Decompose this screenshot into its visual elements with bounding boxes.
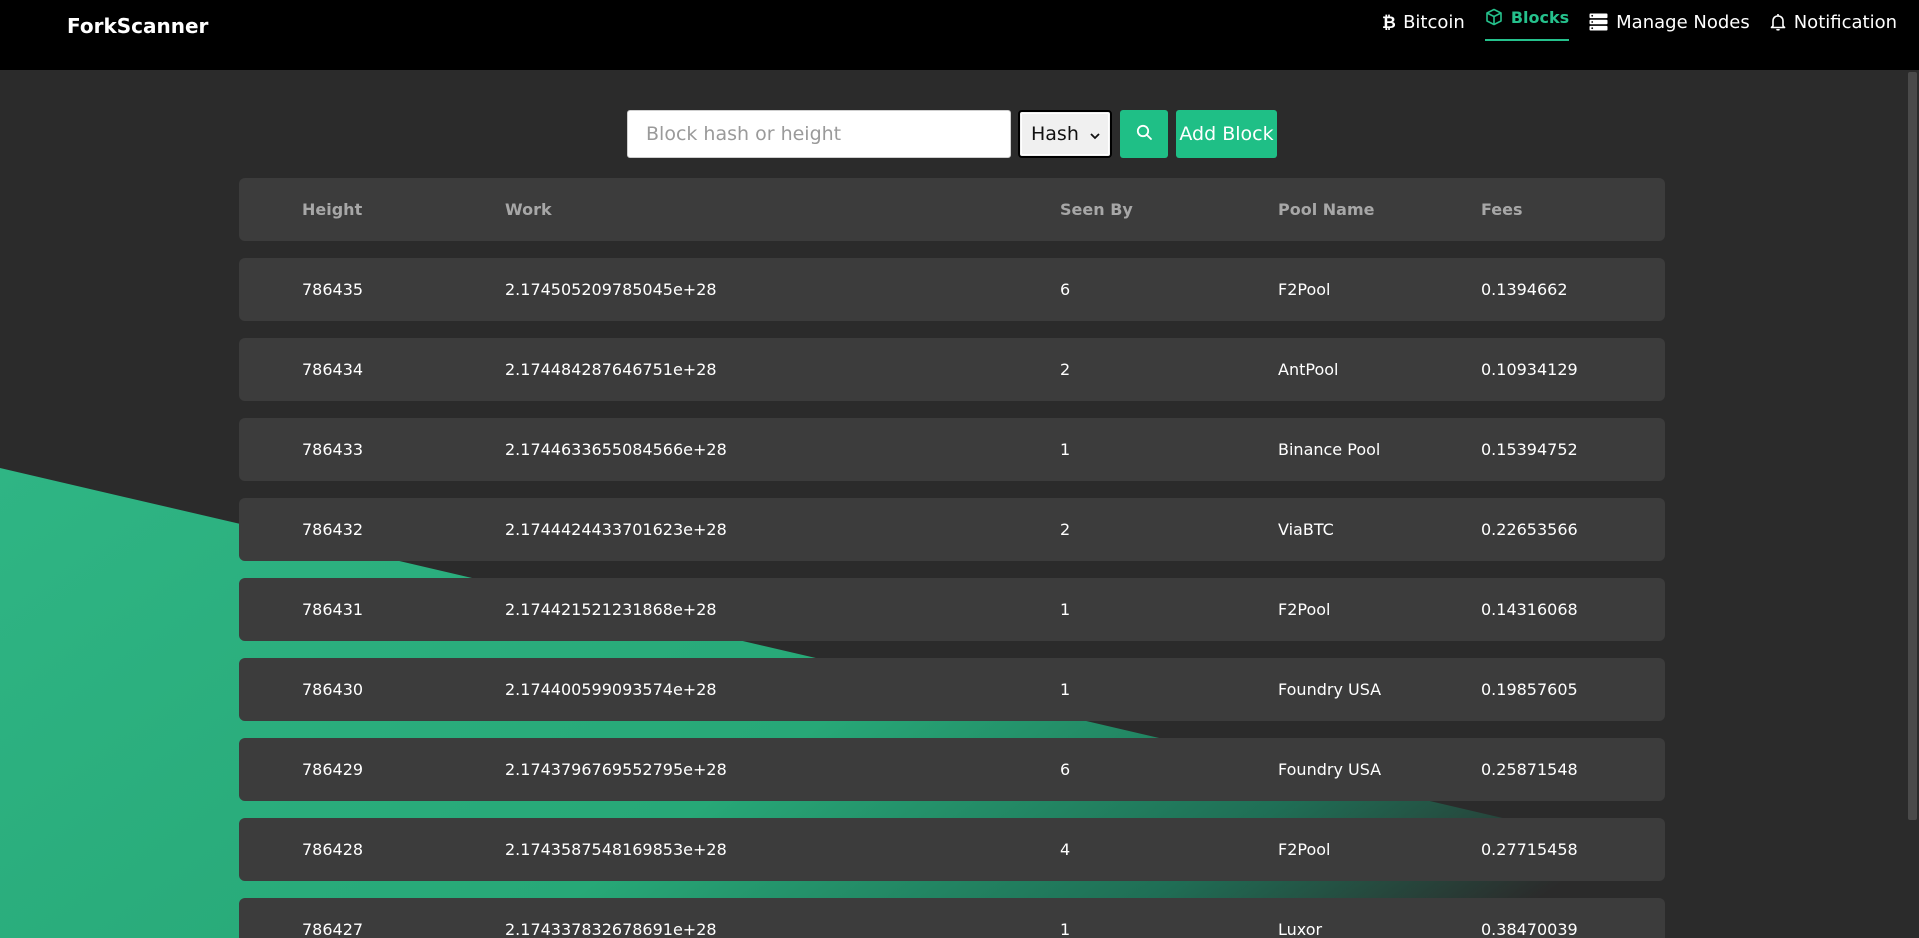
cell-fees: 0.27715458 xyxy=(1481,840,1578,859)
cell-height: 786429 xyxy=(302,760,364,779)
cell-seen-by: 1 xyxy=(1060,680,1071,699)
cell-seen-by: 1 xyxy=(1060,920,1071,938)
cell-work: 2.174505209785045e+28 xyxy=(505,280,717,299)
table-row[interactable]: 786434 2.174484287646751e+28 2 AntPool 0.109… xyxy=(239,338,1665,401)
table-header: Height Work Seen By Pool Name Fees xyxy=(239,178,1665,241)
table-row[interactable]: 786429 2.1743796769552795e+28 6 Foundry USA… xyxy=(239,738,1665,801)
cell-pool-name: Binance Pool xyxy=(1278,440,1381,459)
cell-pool-name: F2Pool xyxy=(1278,840,1331,859)
nav-item-manage-nodes[interactable]: Manage Nodes xyxy=(1589,0,1750,44)
cell-seen-by: 2 xyxy=(1060,360,1071,379)
table-body: 786435 2.174505209785045e+28 6 F2Pool 0.1394… xyxy=(239,258,1665,938)
cell-fees: 0.19857605 xyxy=(1481,680,1578,699)
blocks-table: Height Work Seen By Pool Name Fees 78643… xyxy=(239,178,1665,938)
cell-fees: 0.22653566 xyxy=(1481,520,1578,539)
navbar: ForkScanner ₿ Bitcoin Blocks Manage Node… xyxy=(0,0,1919,70)
cell-seen-by: 1 xyxy=(1060,440,1071,459)
search-type-select[interactable]: Hash xyxy=(1018,110,1112,158)
cell-height: 786435 xyxy=(302,280,364,299)
cube-icon xyxy=(1485,8,1503,26)
cell-height: 786434 xyxy=(302,360,364,379)
cell-work: 2.174400599093574e+28 xyxy=(505,680,717,699)
cell-fees: 0.1394662 xyxy=(1481,280,1568,299)
cell-work: 2.174484287646751e+28 xyxy=(505,360,717,379)
server-icon xyxy=(1589,13,1608,31)
bell-icon xyxy=(1770,13,1786,31)
nav-item-notification[interactable]: Notification xyxy=(1770,0,1897,44)
svg-text:₿: ₿ xyxy=(1382,13,1395,31)
brand-logo[interactable]: ForkScanner xyxy=(67,14,208,38)
search-input[interactable] xyxy=(627,110,1011,158)
bitcoin-icon: ₿ xyxy=(1381,13,1395,31)
cell-work: 2.1743587548169853e+28 xyxy=(505,840,727,859)
search-icon xyxy=(1136,124,1153,145)
header-work: Work xyxy=(505,200,552,219)
table-row[interactable]: 786435 2.174505209785045e+28 6 F2Pool 0.1394… xyxy=(239,258,1665,321)
cell-fees: 0.10934129 xyxy=(1481,360,1578,379)
table-row[interactable]: 786428 2.1743587548169853e+28 4 F2Pool 0.277… xyxy=(239,818,1665,881)
header-pool-name: Pool Name xyxy=(1278,200,1375,219)
cell-seen-by: 6 xyxy=(1060,280,1071,299)
cell-seen-by: 1 xyxy=(1060,600,1071,619)
page-scrollbar[interactable] xyxy=(1906,70,1919,938)
cell-work: 2.1744633655084566e+28 xyxy=(505,440,727,459)
nav-item-blocks[interactable]: Blocks xyxy=(1484,0,1570,41)
add-block-button[interactable]: Add Block xyxy=(1176,110,1277,158)
cell-fees: 0.38470039 xyxy=(1481,920,1578,938)
cell-height: 786432 xyxy=(302,520,364,539)
cell-fees: 0.14316068 xyxy=(1481,600,1578,619)
table-row[interactable]: 786433 2.1744633655084566e+28 1 Binance Poo… xyxy=(239,418,1665,481)
cell-seen-by: 4 xyxy=(1060,840,1071,859)
nav-item-label: Notification xyxy=(1793,11,1897,33)
nav-item-bitcoin[interactable]: ₿ Bitcoin xyxy=(1381,0,1465,44)
cell-fees: 0.25871548 xyxy=(1481,760,1578,779)
cell-pool-name: Foundry USA xyxy=(1278,760,1382,779)
cell-seen-by: 6 xyxy=(1060,760,1071,779)
cell-height: 786431 xyxy=(302,600,364,619)
cell-pool-name: F2Pool xyxy=(1278,600,1331,619)
table-row[interactable]: 786431 2.174421521231868e+28 1 F2Pool 0.1431… xyxy=(239,578,1665,641)
header-seen-by: Seen By xyxy=(1060,200,1133,219)
nav-item-label: Blocks xyxy=(1510,7,1570,27)
cell-pool-name: Foundry USA xyxy=(1278,680,1382,699)
cell-work: 2.1743796769552795e+28 xyxy=(505,760,727,779)
cell-work: 2.1744424433701623e+28 xyxy=(505,520,727,539)
cell-height: 786430 xyxy=(302,680,364,699)
chevron-down-icon xyxy=(1090,123,1100,145)
cell-height: 786433 xyxy=(302,440,364,459)
cell-pool-name: F2Pool xyxy=(1278,280,1331,299)
table-row[interactable]: 786427 2.174337832678691e+28 1 Luxor 0.38470… xyxy=(239,898,1665,938)
cell-work: 2.174337832678691e+28 xyxy=(505,920,717,938)
cell-pool-name: AntPool xyxy=(1278,360,1339,379)
cell-height: 786428 xyxy=(302,840,364,859)
cell-fees: 0.15394752 xyxy=(1481,440,1578,459)
cell-pool-name: Luxor xyxy=(1278,920,1323,938)
search-type-value: Hash xyxy=(1031,123,1079,145)
nav-menu: ₿ Bitcoin Blocks Manage Nodes Notificati… xyxy=(1361,0,1897,70)
cell-pool-name: ViaBTC xyxy=(1278,520,1334,539)
nav-item-label: Bitcoin xyxy=(1403,11,1465,33)
table-row[interactable]: 786432 2.1744424433701623e+28 2 ViaBTC 0.226… xyxy=(239,498,1665,561)
scrollbar-thumb[interactable] xyxy=(1908,72,1917,820)
search-button[interactable] xyxy=(1120,110,1168,158)
search-bar: Hash Add Block xyxy=(627,110,1277,158)
cell-seen-by: 2 xyxy=(1060,520,1071,539)
nav-item-label: Manage Nodes xyxy=(1616,11,1750,33)
cell-work: 2.174421521231868e+28 xyxy=(505,600,717,619)
header-fees: Fees xyxy=(1481,200,1523,219)
header-height: Height xyxy=(302,200,363,219)
table-row[interactable]: 786430 2.174400599093574e+28 1 Foundry USA 0… xyxy=(239,658,1665,721)
cell-height: 786427 xyxy=(302,920,364,938)
